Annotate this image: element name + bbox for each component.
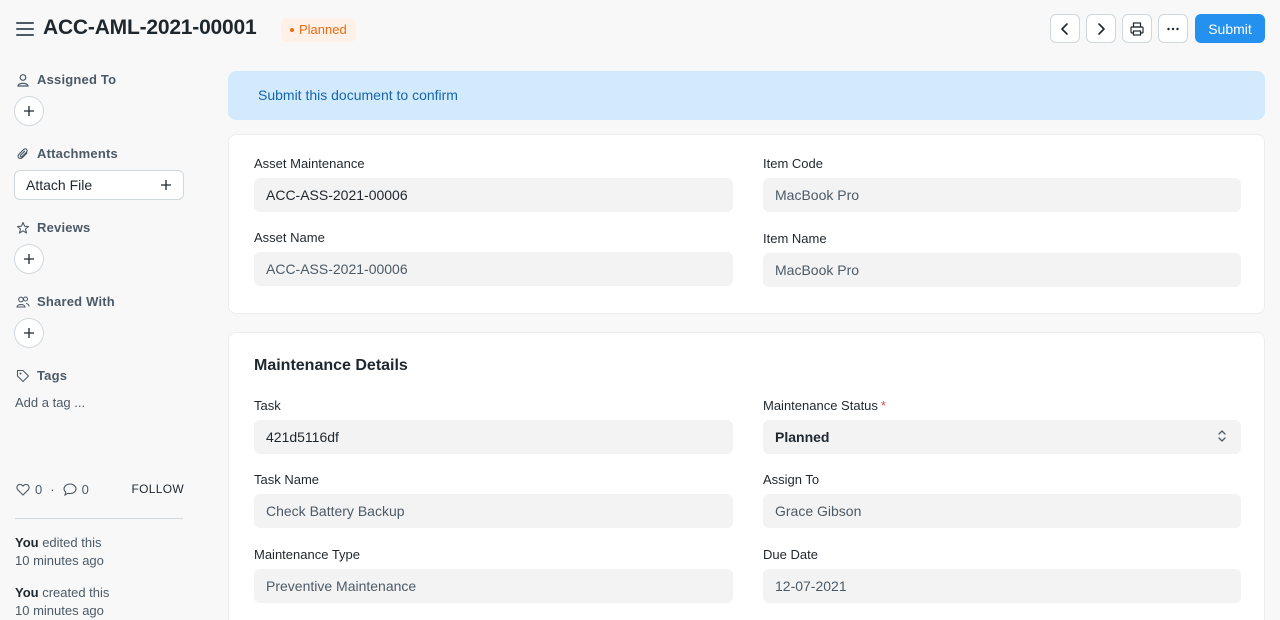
maintenance-type-field: Preventive Maintenance — [254, 569, 733, 603]
status-dot — [290, 28, 294, 32]
add-assignee-button[interactable] — [14, 96, 44, 126]
asset-maintenance-label: Asset Maintenance — [254, 156, 365, 171]
required-asterisk: * — [880, 398, 886, 413]
submit-button[interactable]: Submit — [1195, 14, 1265, 43]
plus-icon — [24, 254, 34, 264]
sidebar-toggle-icon[interactable] — [16, 22, 34, 36]
heart-icon — [16, 483, 30, 496]
assign-to-field: Grace Gibson — [763, 494, 1241, 528]
reviews-label: Reviews — [37, 220, 91, 235]
task-field[interactable]: 421d5116df — [254, 420, 733, 454]
attach-file-button[interactable]: Attach File — [14, 170, 184, 200]
activity-action: created this — [38, 585, 110, 600]
status-badge-label: Planned — [299, 22, 347, 37]
plus-icon — [24, 328, 34, 338]
next-doc-button[interactable] — [1086, 14, 1116, 43]
chevron-right-icon — [1098, 22, 1105, 35]
paperclip-icon — [17, 147, 28, 159]
add-review-button[interactable] — [14, 244, 44, 274]
printer-icon — [1130, 21, 1144, 36]
attachments-heading: Attachments — [16, 146, 118, 161]
plus-icon — [161, 180, 171, 190]
activity-action: edited this — [38, 535, 102, 550]
item-name-field: MacBook Pro — [763, 253, 1241, 287]
due-date-field: 12-07-2021 — [763, 569, 1241, 603]
likes-comments-row: 0 · 0 FOLLOW — [16, 481, 184, 497]
add-share-button[interactable] — [14, 318, 44, 348]
comment-count: 0 — [81, 481, 89, 497]
activity-time: 10 minutes ago — [15, 603, 104, 618]
assigned-to-label: Assigned To — [37, 72, 117, 87]
submit-alert: Submit this document to confirm — [228, 71, 1265, 120]
activity-user: You — [15, 585, 39, 600]
comment-icon — [63, 482, 77, 496]
sidebar-divider — [15, 518, 183, 519]
maintenance-status-label-text: Maintenance Status — [763, 398, 878, 413]
shared-with-label: Shared With — [37, 294, 115, 309]
chevron-left-icon — [1061, 22, 1068, 35]
ellipsis-icon — [1167, 27, 1179, 30]
activity-user: You — [15, 535, 39, 550]
assigned-to-heading: Assigned To — [16, 72, 116, 87]
section-title: Maintenance Details — [254, 357, 408, 374]
activity-time: 10 minutes ago — [15, 553, 104, 568]
assign-to-label: Assign To — [763, 472, 820, 487]
asset-info-card: Asset Maintenance ACC-ASS-2021-00006 Ite… — [228, 134, 1265, 314]
previous-doc-button[interactable] — [1050, 14, 1080, 43]
user-icon — [17, 73, 29, 87]
asset-maintenance-field[interactable]: ACC-ASS-2021-00006 — [254, 178, 733, 212]
task-name-field: Check Battery Backup — [254, 494, 733, 528]
maintenance-status-select[interactable]: Planned — [763, 420, 1241, 454]
activity-item: You edited this 10 minutes ago — [15, 534, 104, 570]
tag-icon — [16, 369, 30, 382]
attach-file-label: Attach File — [26, 177, 93, 193]
activity-item: You created this 10 minutes ago — [15, 584, 109, 620]
like-button[interactable]: 0 — [16, 482, 42, 497]
add-tag-link[interactable]: Add a tag ... — [15, 395, 85, 410]
select-arrows-icon — [1218, 430, 1226, 442]
like-count: 0 — [35, 481, 43, 497]
task-label: Task — [254, 398, 281, 413]
print-button[interactable] — [1122, 14, 1152, 43]
shared-with-heading: Shared With — [16, 294, 115, 309]
status-badge: Planned — [281, 18, 356, 42]
maintenance-details-card: Maintenance Details Task 421d5116df Main… — [228, 332, 1265, 620]
asset-name-label: Asset Name — [254, 230, 325, 245]
page-title: ACC-AML-2021-00001 — [43, 16, 257, 39]
maintenance-status-label: Maintenance Status * — [763, 398, 886, 413]
task-name-label: Task Name — [254, 472, 320, 487]
more-actions-button[interactable] — [1158, 14, 1188, 43]
attachments-label: Attachments — [37, 146, 118, 161]
tags-label: Tags — [37, 368, 68, 383]
star-icon — [16, 221, 30, 234]
item-name-label: Item Name — [763, 231, 827, 246]
maintenance-type-label: Maintenance Type — [254, 547, 360, 562]
separator-dot: · — [50, 481, 55, 497]
asset-name-field: ACC-ASS-2021-00006 — [254, 252, 733, 286]
plus-icon — [24, 106, 34, 116]
maintenance-status-value: Planned — [775, 429, 830, 445]
item-code-field: MacBook Pro — [763, 178, 1241, 212]
reviews-heading: Reviews — [16, 220, 90, 235]
item-code-label: Item Code — [763, 156, 823, 171]
due-date-label: Due Date — [763, 547, 818, 562]
follow-button[interactable]: FOLLOW — [132, 482, 184, 496]
tags-heading: Tags — [16, 368, 67, 383]
comments-button[interactable]: 0 — [63, 482, 89, 497]
users-icon — [16, 295, 30, 308]
